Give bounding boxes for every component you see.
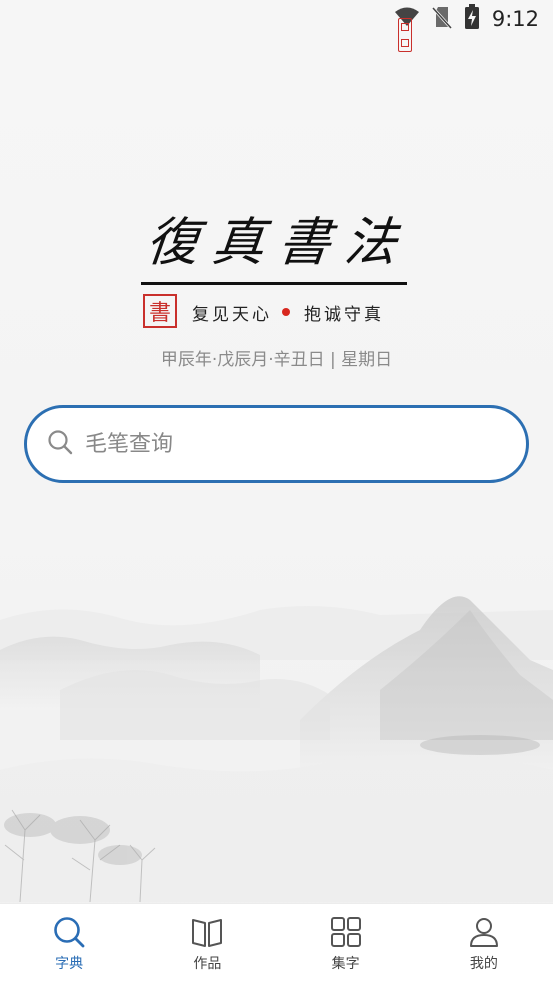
no-sim-icon	[431, 5, 452, 33]
seal-icon: 書	[143, 294, 177, 328]
logo-underline	[141, 282, 407, 285]
ink-landscape-background	[0, 596, 553, 902]
search-icon	[51, 914, 87, 950]
battery-charging-icon	[464, 4, 480, 34]
book-icon	[189, 914, 225, 950]
status-time: 9:12	[491, 7, 539, 31]
nav-label-dictionary: 字典	[55, 956, 84, 972]
nav-works[interactable]: 作品	[138, 904, 276, 983]
nav-label-works: 作品	[193, 956, 222, 972]
lunar-date: 甲辰年·戊辰月·辛丑日 | 星期日	[160, 350, 393, 370]
nav-collect-characters[interactable]: 集字	[277, 904, 415, 983]
motto-right: 抱诚守真	[304, 304, 384, 325]
bottom-navigation: 字典 作品 集字 我的	[0, 903, 553, 983]
logo: 復真書法	[0, 200, 553, 275]
small-seal-icon	[398, 18, 412, 52]
motto-left: 复见天心	[192, 304, 272, 325]
search-bar[interactable]	[24, 405, 529, 483]
status-bar: 9:12	[0, 0, 553, 38]
user-icon	[466, 914, 502, 950]
search-input[interactable]	[85, 431, 485, 457]
nav-profile[interactable]: 我的	[415, 904, 553, 983]
motto: 复见天心 抱诚守真	[192, 300, 412, 325]
search-icon	[47, 429, 73, 459]
grid-icon	[328, 914, 364, 950]
nav-label-collect: 集字	[331, 956, 360, 972]
nav-dictionary[interactable]: 字典	[0, 904, 138, 983]
nav-label-profile: 我的	[469, 956, 498, 972]
logo-title: 復真書法	[143, 213, 415, 273]
motto-dot	[282, 308, 290, 316]
app-screen: 9:12 復真書法 書 复见天心 抱诚守真 甲辰年·戊辰月·辛丑日 | 星期日	[0, 0, 553, 983]
